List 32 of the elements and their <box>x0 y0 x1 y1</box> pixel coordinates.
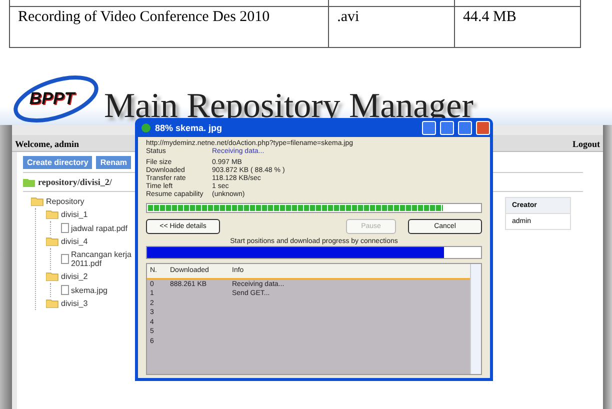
app-title: Main Repository Manager <box>104 88 474 123</box>
minimize-button[interactable] <box>440 120 454 134</box>
folder-icon <box>31 197 44 206</box>
table-cell: Recording of Video Conference Des 2010 <box>18 9 270 25</box>
dialog-title: 88% skema. jpg <box>155 122 222 132</box>
folder-icon <box>46 210 59 219</box>
file-icon <box>61 223 69 233</box>
tree-item[interactable]: divisi_2 <box>61 272 88 281</box>
close-button[interactable] <box>476 120 490 134</box>
scrollbar[interactable] <box>470 264 481 374</box>
table-cell: .avi <box>337 9 360 25</box>
tree-item[interactable]: Rancangan kerja 2011.pdf <box>71 250 133 268</box>
download-icon <box>141 122 151 132</box>
window-button[interactable] <box>422 120 436 134</box>
folder-icon <box>46 237 59 246</box>
table-cell: 44.4 MB <box>463 9 516 25</box>
welcome-text: Welcome, admin <box>15 139 79 149</box>
path-text: repository/divisi_2/ <box>38 177 112 187</box>
tree-item[interactable]: divisi_3 <box>61 299 88 308</box>
tree-item[interactable]: skema.jpg <box>71 286 108 294</box>
folder-icon <box>46 272 59 281</box>
logo-text: BPPT <box>29 89 75 109</box>
tree-item[interactable]: Repository <box>46 197 84 206</box>
file-icon <box>61 285 69 295</box>
maximize-button[interactable] <box>458 120 472 134</box>
folder-icon <box>46 299 59 308</box>
folder-icon <box>23 177 35 187</box>
file-icon <box>61 254 69 264</box>
tree-item[interactable]: divisi_4 <box>61 237 88 246</box>
tree-item[interactable]: jadwal rapat.pdf <box>71 224 128 232</box>
logout-link[interactable]: Logout <box>572 139 600 149</box>
tree-item[interactable]: divisi_1 <box>61 210 88 219</box>
